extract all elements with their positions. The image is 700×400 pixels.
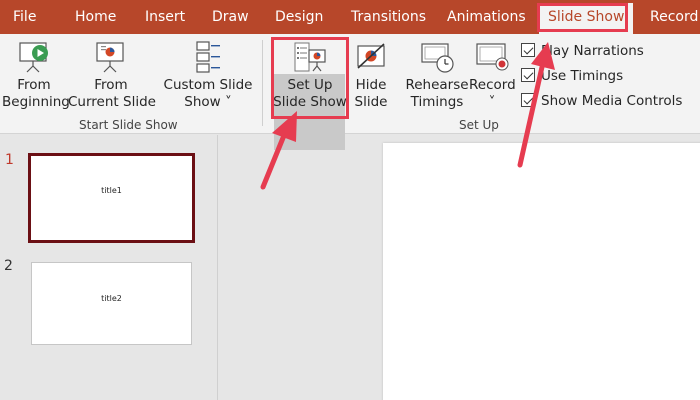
arrow-to-set-up-slide-show — [260, 111, 297, 190]
annotation-arrows — [260, 42, 555, 190]
arrow-to-slide-show-tab — [517, 42, 555, 168]
